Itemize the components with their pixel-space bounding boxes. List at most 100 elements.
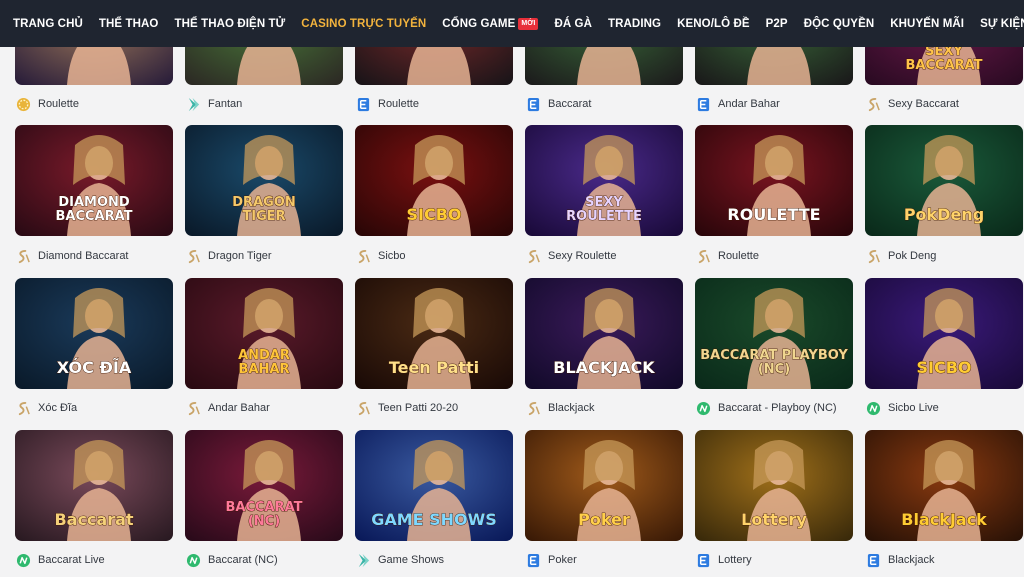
- game-label-row[interactable]: Andar Bahar: [185, 400, 270, 416]
- green-n-icon: [15, 552, 31, 568]
- game-thumbnail[interactable]: SICBO: [865, 278, 1023, 389]
- game-label-row[interactable]: Sexy Roulette: [525, 248, 616, 264]
- game-thumbnail[interactable]: XÓC ĐĨA: [15, 278, 173, 389]
- nav-item-7[interactable]: KENO/LÔ ĐỀ: [677, 18, 750, 30]
- game-label-row[interactable]: Xóc Đĩa: [15, 400, 77, 416]
- sa-gaming-icon: [185, 248, 201, 264]
- game-label-row[interactable]: Roulette: [15, 96, 79, 112]
- game-thumbnail[interactable]: GAME SHOWS: [355, 430, 513, 541]
- game-label-row[interactable]: Andar Bahar: [695, 96, 780, 112]
- game-thumbnail[interactable]: PokDeng: [865, 125, 1023, 236]
- blue-e-icon: [695, 552, 711, 568]
- nav-item-4[interactable]: CỔNG GAME MỚI: [442, 17, 539, 30]
- game-label-row[interactable]: Dragon Tiger: [185, 248, 272, 264]
- game-thumbnail[interactable]: BACCARAT PLAYBOY (NC): [695, 278, 853, 389]
- game-thumbnail[interactable]: BLACKJACK: [525, 278, 683, 389]
- sa-gaming-icon: [355, 400, 371, 416]
- svg-text:BLACKJACK: BLACKJACK: [553, 358, 655, 377]
- nav-item-0[interactable]: TRANG CHỦ: [13, 18, 83, 30]
- game-label-row[interactable]: Poker: [525, 552, 577, 568]
- game-label-row[interactable]: Diamond Baccarat: [15, 248, 129, 264]
- svg-text:BACCARAT: BACCARAT: [905, 58, 982, 73]
- blue-e-icon: [525, 552, 541, 568]
- game-label-row[interactable]: Blackjack: [525, 400, 594, 416]
- game-label-row[interactable]: Roulette: [355, 96, 419, 112]
- teal-chevron-icon: [355, 552, 371, 568]
- svg-text:(NC): (NC): [248, 514, 280, 529]
- game-label-row[interactable]: Baccarat: [525, 96, 591, 112]
- sa-gaming-icon: [15, 248, 31, 264]
- nav-item-label: THỂ THAO ĐIỆN TỬ: [174, 17, 286, 30]
- game-name: Fantan: [208, 98, 243, 110]
- game-label-row[interactable]: Roulette: [695, 248, 759, 264]
- game-name: Baccarat (NC): [208, 554, 278, 566]
- game-label-row[interactable]: Blackjack: [865, 552, 934, 568]
- game-name: Poker: [548, 554, 577, 566]
- nav-item-11[interactable]: SỰ KIỆN: [980, 18, 1024, 30]
- nav-item-8[interactable]: P2P: [766, 18, 788, 30]
- game-label-row[interactable]: Fantan: [185, 96, 242, 112]
- game-label-row[interactable]: Baccarat Live: [15, 552, 105, 568]
- game-thumbnail[interactable]: SICBO: [355, 125, 513, 236]
- game-thumbnail[interactable]: BACCARAT (NC): [185, 430, 343, 541]
- green-n-icon: [865, 400, 881, 416]
- game-thumbnail[interactable]: BlackJack: [865, 430, 1023, 541]
- game-label-row[interactable]: Baccarat (NC): [185, 552, 278, 568]
- game-label-row[interactable]: Lottery: [695, 552, 752, 568]
- game-thumbnail[interactable]: Baccarat: [15, 430, 173, 541]
- sa-gaming-icon: [355, 248, 371, 264]
- green-n-icon: [185, 552, 201, 568]
- game-thumbnail[interactable]: ROULETTE: [695, 125, 853, 236]
- gold-coin-icon: [15, 96, 31, 112]
- nav-item-label: SỰ KIỆN: [980, 17, 1024, 30]
- svg-text:SEXY: SEXY: [585, 195, 623, 210]
- game-name: Diamond Baccarat: [38, 250, 129, 262]
- sa-gaming-icon: [15, 400, 31, 416]
- nav-item-6[interactable]: TRADING: [608, 18, 661, 30]
- nav-item-1[interactable]: THỂ THAO: [99, 18, 159, 30]
- svg-text:TIGER: TIGER: [242, 209, 285, 224]
- game-name: Sexy Baccarat: [888, 98, 959, 110]
- nav-item-label: KHUYẾN MÃI: [890, 17, 965, 30]
- nav-item-label: ĐÁ GÀ: [554, 17, 592, 30]
- nav-item-5[interactable]: ĐÁ GÀ: [554, 18, 592, 30]
- game-name: Game Shows: [378, 554, 445, 566]
- blue-e-icon: [355, 96, 371, 112]
- game-label-row[interactable]: Sicbo Live: [865, 400, 939, 416]
- game-thumbnail[interactable]: Lottery: [695, 430, 853, 541]
- game-thumbnail[interactable]: DRAGON TIGER: [185, 125, 343, 236]
- game-grid: Roulette Fantan Roulette Baccarat Andar Baha…: [0, 0, 1024, 577]
- game-label-row[interactable]: Sexy Baccarat: [865, 96, 959, 112]
- nav-item-10[interactable]: KHUYẾN MÃI: [890, 18, 964, 30]
- game-thumbnail[interactable]: SEXY ROULETTE: [525, 125, 683, 236]
- sa-gaming-icon: [185, 400, 201, 416]
- game-name: Lottery: [718, 554, 752, 566]
- green-n-icon: [695, 400, 711, 416]
- game-label-row[interactable]: Sicbo: [355, 248, 406, 264]
- game-name: Xóc Đĩa: [38, 402, 78, 414]
- nav-item-3[interactable]: CASINO TRỰC TUYẾN: [301, 18, 426, 30]
- game-label-row[interactable]: Teen Patti 20-20: [355, 400, 458, 416]
- game-thumbnail[interactable]: ANDAR BAHAR: [185, 278, 343, 389]
- svg-text:ANDAR: ANDAR: [238, 348, 290, 363]
- game-name: Blackjack: [888, 554, 935, 566]
- game-name: Teen Patti 20-20: [378, 402, 459, 414]
- nav-item-9[interactable]: ĐỘC QUYỀN: [804, 18, 875, 30]
- svg-text:SICBO: SICBO: [916, 358, 971, 377]
- game-name: Andar Bahar: [718, 98, 780, 110]
- game-label-row[interactable]: Pok Deng: [865, 248, 936, 264]
- game-thumbnail[interactable]: Poker: [525, 430, 683, 541]
- svg-text:BlackJack: BlackJack: [901, 510, 987, 529]
- nav-item-2[interactable]: THỂ THAO ĐIỆN TỬ: [174, 18, 285, 30]
- nav-item-label: TRADING: [608, 17, 662, 30]
- top-nav: TRANG CHỦ THỂ THAO THỂ THAO ĐIỆN TỬ CASINO …: [0, 0, 1024, 47]
- sa-gaming-icon: [525, 248, 541, 264]
- game-label-row[interactable]: Game Shows: [355, 552, 444, 568]
- svg-text:PokDeng: PokDeng: [904, 205, 984, 224]
- game-name: Baccarat: [548, 98, 592, 110]
- game-label-row[interactable]: Baccarat - Playboy (NC): [695, 400, 837, 416]
- game-thumbnail[interactable]: Teen Patti: [355, 278, 513, 389]
- game-thumbnail[interactable]: DIAMOND BACCARAT: [15, 125, 173, 236]
- nav-item-label: P2P: [765, 17, 788, 30]
- svg-text:Poker: Poker: [578, 510, 630, 529]
